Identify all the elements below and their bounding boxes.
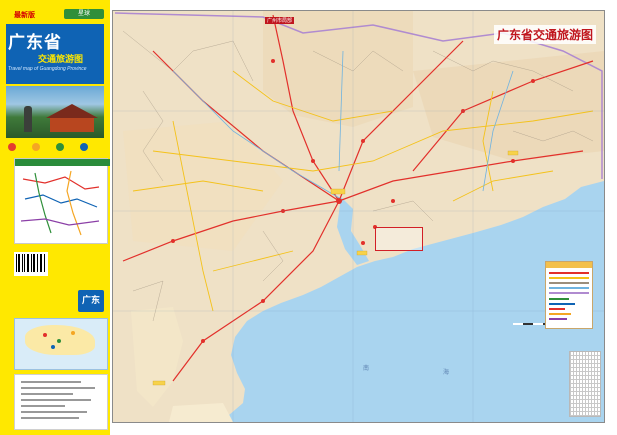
province-map[interactable]: 广州市局部 广东省交通旅游图 南 海 <box>112 10 605 423</box>
feature-icon <box>32 143 40 151</box>
inset-title: 广州市局部 <box>265 17 295 24</box>
cover-photo <box>6 86 104 138</box>
locator-mini-map <box>14 318 108 370</box>
publisher-logo: 星球 <box>64 9 104 19</box>
distance-table <box>569 351 601 417</box>
cover-subtitle: 交通旅游图 <box>38 55 84 65</box>
metro-panel <box>14 158 110 244</box>
map-canvas <box>113 11 604 422</box>
cover-info-box <box>14 374 108 430</box>
statue-shape <box>24 106 32 132</box>
temple-hall-shape <box>50 118 94 132</box>
sea-label: 海 <box>443 369 450 376</box>
legend-header <box>546 262 592 268</box>
feature-icons <box>6 142 104 152</box>
inset-outline[interactable] <box>375 227 423 251</box>
edition-badge: 最新版 <box>14 12 35 19</box>
temple-roof-shape <box>46 104 98 118</box>
metro-diagram <box>20 170 100 236</box>
sea-label: 南 <box>363 365 370 372</box>
map-title: 广东省交通旅游图 <box>493 25 596 44</box>
feature-icon <box>8 143 16 151</box>
map-cover: 最新版 星球 广东省 交通旅游图 Travel map of Guangdong… <box>0 0 110 435</box>
feature-icon <box>80 143 88 151</box>
cover-english-title: Travel map of Guangdong Province <box>8 66 87 72</box>
cover-title: 广东省 <box>8 33 62 53</box>
map-legend <box>545 261 593 329</box>
province-tag: 广东 <box>78 290 104 312</box>
feature-icon <box>56 143 64 151</box>
barcode <box>14 252 48 276</box>
